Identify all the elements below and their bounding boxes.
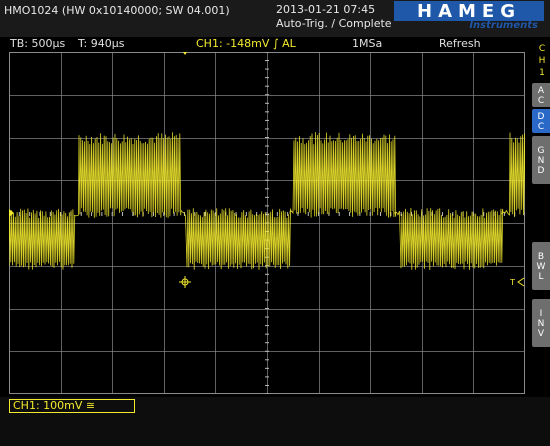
brand-logo: HAMEG Instruments xyxy=(392,0,548,34)
datetime-status: 2013-01-21 07:45 Auto-Trig. / Complete xyxy=(276,3,392,31)
button-char: C xyxy=(537,122,545,132)
button-char: L xyxy=(538,272,544,282)
sample-rate[interactable]: 1MSa xyxy=(352,37,382,50)
trigger-time[interactable]: T: 940µs xyxy=(78,37,124,50)
trigger-level-icon xyxy=(517,277,525,287)
acquire-mode[interactable]: Refresh xyxy=(439,37,481,50)
instrument-model: HMO1024 (HW 0x10140000; SW 04.001) xyxy=(4,4,230,17)
button-char: G xyxy=(537,146,545,156)
button-char: B xyxy=(537,252,545,262)
button-char: V xyxy=(537,329,545,339)
button-char: I xyxy=(539,309,543,319)
channel-trigger[interactable]: CH1: -148mV ∫ AL xyxy=(196,37,296,50)
trigger-position-icon xyxy=(183,52,187,55)
datetime: 2013-01-21 07:45 xyxy=(276,3,376,16)
button-char: D xyxy=(537,112,545,122)
button-char: N xyxy=(537,319,545,329)
svg-text:HAMEG: HAMEG xyxy=(417,1,521,22)
timebase[interactable]: TB: 500µs xyxy=(10,37,65,50)
ac-coupling-button[interactable]: A C xyxy=(532,83,550,107)
button-char: A xyxy=(537,86,545,96)
waveform-display[interactable]: T xyxy=(9,52,525,394)
acquisition-status: Auto-Trig. / Complete xyxy=(276,17,392,30)
gnd-button[interactable]: G N D xyxy=(532,136,550,184)
button-char: N xyxy=(537,156,545,166)
button-char: D xyxy=(537,166,545,176)
cursor-crosshair-icon xyxy=(179,276,191,288)
bwl-button[interactable]: B W L xyxy=(532,242,550,290)
brand-subtitle: Instruments xyxy=(469,20,538,31)
info-bar: TB: 500µs T: 940µs CH1: -148mV ∫ AL 1MSa… xyxy=(0,37,530,51)
channel-sidebar: A C D C G N D B W L I N V xyxy=(530,37,550,397)
status-header: HMO1024 (HW 0x10140000; SW 04.001) 2013-… xyxy=(0,0,550,37)
trigger-level-label: T xyxy=(509,278,515,287)
dc-coupling-button[interactable]: D C xyxy=(532,109,550,133)
button-char: C xyxy=(537,96,545,106)
button-char: W xyxy=(536,262,546,272)
ch1-scale[interactable]: CH1: 100mV ≅ xyxy=(9,399,135,413)
invert-button[interactable]: I N V xyxy=(532,299,550,347)
